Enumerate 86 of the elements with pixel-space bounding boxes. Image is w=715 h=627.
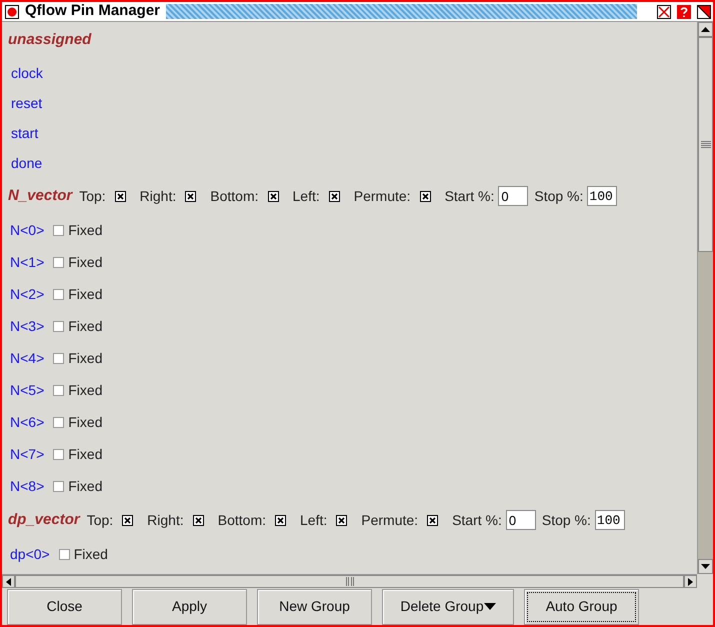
scroll-thumb[interactable] [698,37,713,252]
pin-name[interactable]: clock [8,62,43,84]
checkbox[interactable] [192,514,204,526]
checkbox[interactable] [420,190,431,202]
checkbox[interactable] [53,352,64,364]
option-label: Fixed [68,284,102,304]
dialog-button[interactable]: New Group [257,588,372,624]
pin-name[interactable]: N<2> [8,284,44,304]
pin-name[interactable]: reset [8,92,42,114]
checkbox[interactable] [114,190,126,202]
scroll-up-button[interactable] [698,22,713,37]
dialog-button[interactable]: Close [7,588,122,624]
option-label: Top: [79,186,106,206]
scroll-left-button[interactable] [2,575,15,588]
option-label: Fixed [68,476,102,496]
checkbox[interactable] [185,190,196,202]
pin-name[interactable]: N<4> [8,348,44,368]
checkbox[interactable] [53,320,64,332]
pin-name[interactable]: N<5> [8,380,44,400]
checkbox[interactable] [122,514,134,526]
option-label: Stop %: [542,510,591,530]
option-label: Fixed [74,544,108,564]
checkbox[interactable] [53,416,64,428]
checkbox[interactable] [328,190,340,202]
option-label: Bottom: [218,510,266,530]
pin-name[interactable]: N<8> [8,476,44,496]
dropdown-arrow-icon [484,603,496,610]
option-label: Fixed [68,220,102,240]
stop-field[interactable]: 100 [594,510,625,530]
checkbox[interactable] [53,480,64,492]
option-label: Fixed [68,252,102,272]
resize-icon[interactable] [697,4,711,18]
dialog-button[interactable]: Auto Group [524,588,639,624]
start-field[interactable]: 0 [506,510,536,530]
scroll-down-button[interactable] [698,559,713,574]
scroll-right-button[interactable] [684,575,697,588]
checkbox[interactable] [427,514,438,526]
close-icon[interactable] [657,4,671,18]
option-label: Right: [147,510,184,530]
group-label: N_vector [8,186,72,206]
right-arrow-icon [688,578,693,586]
checkbox[interactable] [275,514,286,526]
dialog-button[interactable]: Apply [132,588,247,624]
pin-name[interactable]: done [8,152,42,174]
option-label: Top: [86,510,114,530]
checkbox[interactable] [58,548,70,560]
pin-name[interactable]: start [8,122,38,144]
stop-field[interactable]: 100 [587,186,618,206]
pin-name[interactable]: N<7> [8,444,44,464]
option-label: Left: [292,186,320,206]
pin-name[interactable]: N<6> [8,412,44,432]
window-menu-icon[interactable] [5,4,19,18]
checkbox[interactable] [53,384,64,396]
group-label: unassigned [8,30,92,50]
option-label: Fixed [68,348,102,368]
option-label: Fixed [68,444,102,464]
option-label: Stop %: [534,186,584,206]
option-label: Fixed [68,316,102,336]
option-label: Permute: [361,510,418,530]
pin-name[interactable]: dp<0> [8,544,50,564]
option-label: Fixed [68,412,102,432]
option-label: Bottom: [210,186,258,206]
pin-name[interactable]: N<1> [8,252,44,272]
option-label: Right: [140,186,176,206]
checkbox[interactable] [268,190,278,202]
option-label: Start %: [452,510,502,530]
left-arrow-icon [6,578,11,586]
checkbox[interactable] [53,224,64,236]
option-label: Start %: [444,186,494,206]
vertical-scrollbar[interactable] [697,22,713,574]
down-arrow-icon [701,564,710,569]
checkbox[interactable] [53,256,64,268]
dialog-button[interactable]: Delete Group [382,588,514,624]
option-label: Fixed [68,380,102,400]
checkbox[interactable] [53,448,64,460]
window-title: Qflow Pin Manager [25,1,160,22]
help-icon[interactable] [677,4,691,18]
option-label: Left: [300,510,328,530]
pin-name[interactable]: N<0> [8,220,44,240]
checkbox[interactable] [336,514,348,526]
group-label: dp_vector [8,510,80,530]
option-label: Permute: [354,186,411,206]
checkbox[interactable] [53,288,64,300]
up-arrow-icon [701,27,710,32]
pin-name[interactable]: N<3> [8,316,44,336]
start-field[interactable]: 0 [498,186,528,206]
